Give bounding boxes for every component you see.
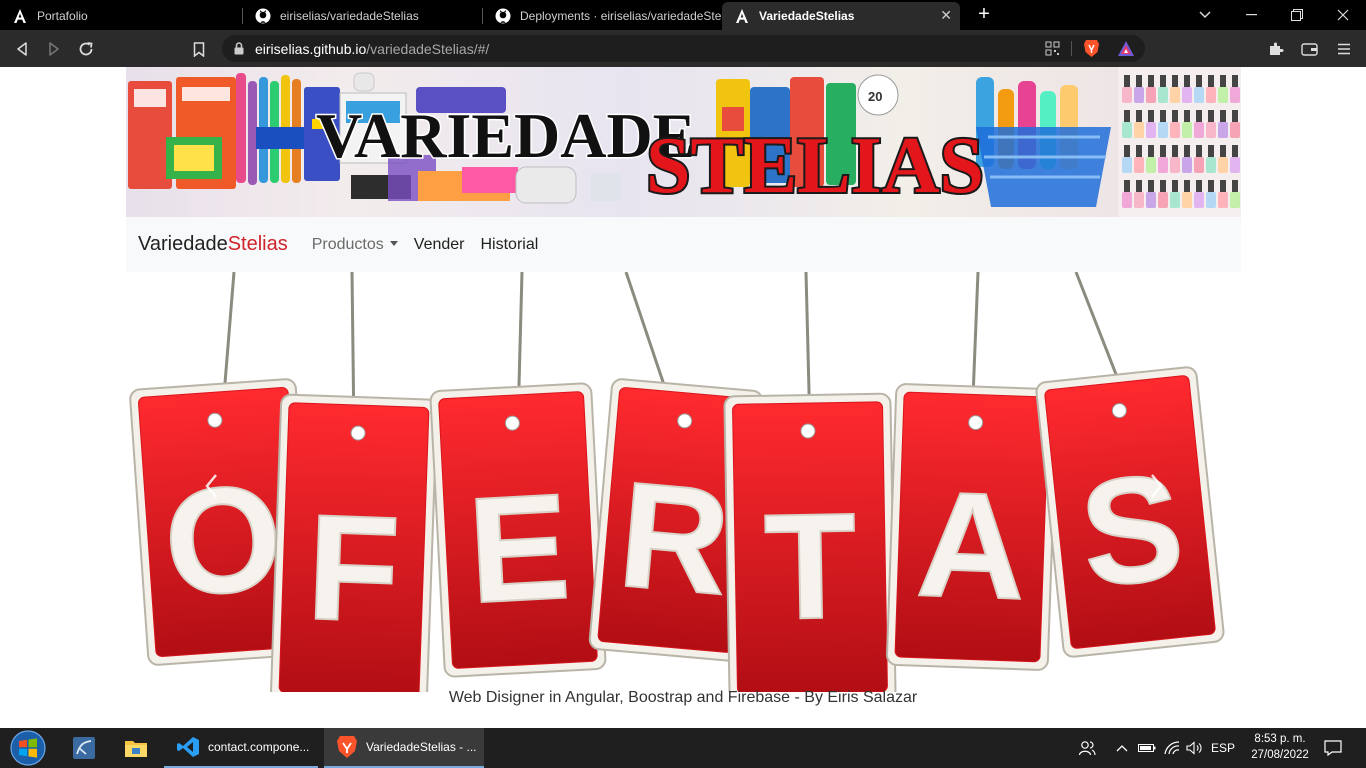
tab-title: eiriselias/variedadeStelias bbox=[280, 9, 419, 23]
people-icon[interactable] bbox=[1074, 728, 1100, 768]
page-viewport: VARIEDADE 20 STELIAS VariedadeStelias Pr… bbox=[0, 67, 1366, 728]
offer-tag: T bbox=[723, 392, 897, 692]
new-tab-button[interactable]: + bbox=[974, 4, 994, 26]
browser-toolbar: eiriselias.github.io/variedadeStelias/#/ bbox=[0, 30, 1366, 67]
tab-title: VariedadeStelias bbox=[759, 9, 855, 23]
system-clock[interactable]: 8:53 p. m. 27/08/2022 bbox=[1240, 731, 1320, 763]
carousel-prev-arrow[interactable] bbox=[202, 472, 222, 500]
brand-logo[interactable]: VariedadeStelias bbox=[138, 233, 288, 256]
restore-button[interactable] bbox=[1274, 0, 1320, 30]
show-hidden-icons-chevron-icon[interactable] bbox=[1112, 728, 1132, 768]
offer-tag: S bbox=[1035, 366, 1225, 658]
brave-shields-icon[interactable] bbox=[1083, 39, 1100, 63]
windows-taskbar: contact.compone... VariedadeStelias - ..… bbox=[0, 728, 1366, 768]
menu-icon[interactable] bbox=[1333, 38, 1355, 60]
brave-icon bbox=[337, 736, 357, 758]
banner-illustration: VARIEDADE 20 STELIAS bbox=[128, 67, 1241, 217]
brand-main: Variedade bbox=[138, 233, 228, 255]
banner-small-label: 20 bbox=[868, 89, 882, 104]
clock-date: 27/08/2022 bbox=[1251, 749, 1309, 761]
offer-tag: F bbox=[270, 393, 438, 692]
nav-label: Productos bbox=[311, 235, 384, 253]
offer-letter: R bbox=[613, 450, 736, 627]
url-text: eiriselias.github.io/variedadeStelias/#/ bbox=[255, 41, 489, 57]
minimize-button[interactable] bbox=[1228, 0, 1274, 30]
tab-portafolio[interactable]: Portafolio bbox=[0, 2, 240, 30]
offer-letter: T bbox=[763, 481, 858, 651]
start-button[interactable] bbox=[0, 728, 56, 768]
offer-letter: A bbox=[914, 459, 1028, 631]
offer-letter: E bbox=[465, 461, 574, 634]
language-label: ESP bbox=[1210, 741, 1235, 755]
offer-tag: A bbox=[885, 383, 1059, 671]
tab-title: Portafolio bbox=[37, 9, 88, 23]
taskbar-sql-app[interactable] bbox=[60, 728, 106, 768]
carousel-next-arrow[interactable] bbox=[1146, 472, 1166, 500]
close-window-button[interactable] bbox=[1320, 0, 1366, 30]
database-tool-icon bbox=[73, 737, 95, 759]
close-tab-icon[interactable]: ✕ bbox=[940, 7, 952, 24]
footer-credit: Web Disigner in Angular, Boostrap and Fi… bbox=[448, 689, 918, 706]
tab-variedadestelias[interactable]: VariedadeStelias ✕ bbox=[722, 2, 960, 30]
nav-vender[interactable]: Vender bbox=[414, 236, 465, 254]
qr-code-icon[interactable] bbox=[1045, 41, 1060, 61]
taskbar-brave[interactable]: VariedadeStelias - ... bbox=[324, 728, 484, 768]
tab-title: Deployments · eiriselias/variedadeStelia… bbox=[520, 9, 721, 23]
wallet-icon[interactable] bbox=[1298, 38, 1320, 60]
reload-button[interactable] bbox=[75, 38, 97, 60]
back-button[interactable] bbox=[11, 38, 33, 60]
clock-time: 8:53 p. m. bbox=[1254, 733, 1306, 745]
input-language[interactable]: ESP bbox=[1208, 728, 1238, 768]
wifi-icon[interactable] bbox=[1160, 728, 1184, 768]
url-path: /variedadeStelias/#/ bbox=[366, 41, 490, 57]
store-banner: VARIEDADE 20 STELIAS bbox=[126, 67, 1241, 217]
angular-icon bbox=[12, 8, 28, 24]
forward-button[interactable] bbox=[43, 38, 65, 60]
taskbar-file-explorer[interactable] bbox=[112, 728, 158, 768]
windows-logo-icon bbox=[10, 730, 46, 766]
nav-historial[interactable]: Historial bbox=[481, 236, 539, 254]
taskbar-app-label: contact.compone... bbox=[208, 740, 310, 754]
extensions-icon[interactable] bbox=[1265, 38, 1287, 60]
caret-down-icon bbox=[389, 240, 398, 246]
brave-rewards-icon[interactable] bbox=[1117, 40, 1135, 62]
url-host: eiriselias.github.io bbox=[255, 41, 367, 57]
offers-image: OFERTAS bbox=[129, 272, 1225, 692]
lock-icon bbox=[234, 42, 244, 60]
tab-deployments[interactable]: Deployments · eiriselias/variedadeStelia… bbox=[483, 2, 721, 30]
offer-tag: E bbox=[429, 382, 607, 678]
github-icon bbox=[495, 8, 511, 24]
offers-carousel: OFERTAS bbox=[126, 272, 1241, 692]
battery-icon[interactable] bbox=[1136, 728, 1158, 768]
taskbar-vscode[interactable]: contact.compone... bbox=[164, 728, 318, 768]
banner-word-variedade: VARIEDADE bbox=[316, 100, 695, 171]
folder-icon bbox=[125, 741, 147, 757]
offer-letter: S bbox=[1073, 441, 1190, 619]
address-bar[interactable]: eiriselias.github.io/variedadeStelias/#/ bbox=[222, 35, 1145, 62]
volume-icon[interactable] bbox=[1184, 728, 1206, 768]
vscode-icon bbox=[177, 737, 199, 757]
bookmark-icon[interactable] bbox=[188, 38, 210, 60]
browser-tab-strip: Portafolio eiriselias/variedadeStelias D… bbox=[0, 0, 1366, 30]
tab-github-repo[interactable]: eiriselias/variedadeStelias bbox=[243, 2, 481, 30]
brand-accent: Stelias bbox=[227, 233, 288, 255]
site-navbar: VariedadeStelias Productos Vender Histor… bbox=[126, 217, 1241, 272]
offer-letter: O bbox=[159, 452, 287, 628]
github-icon bbox=[255, 8, 271, 24]
nav-productos-dropdown[interactable]: Productos bbox=[312, 236, 398, 254]
tab-search-chevron-icon[interactable] bbox=[1182, 0, 1228, 30]
angular-icon bbox=[734, 8, 750, 24]
offer-letter: F bbox=[305, 482, 402, 653]
banner-word-stelias: STELIAS bbox=[646, 122, 984, 210]
notifications-icon[interactable] bbox=[1318, 728, 1348, 768]
taskbar-app-label: VariedadeStelias - ... bbox=[366, 740, 477, 754]
